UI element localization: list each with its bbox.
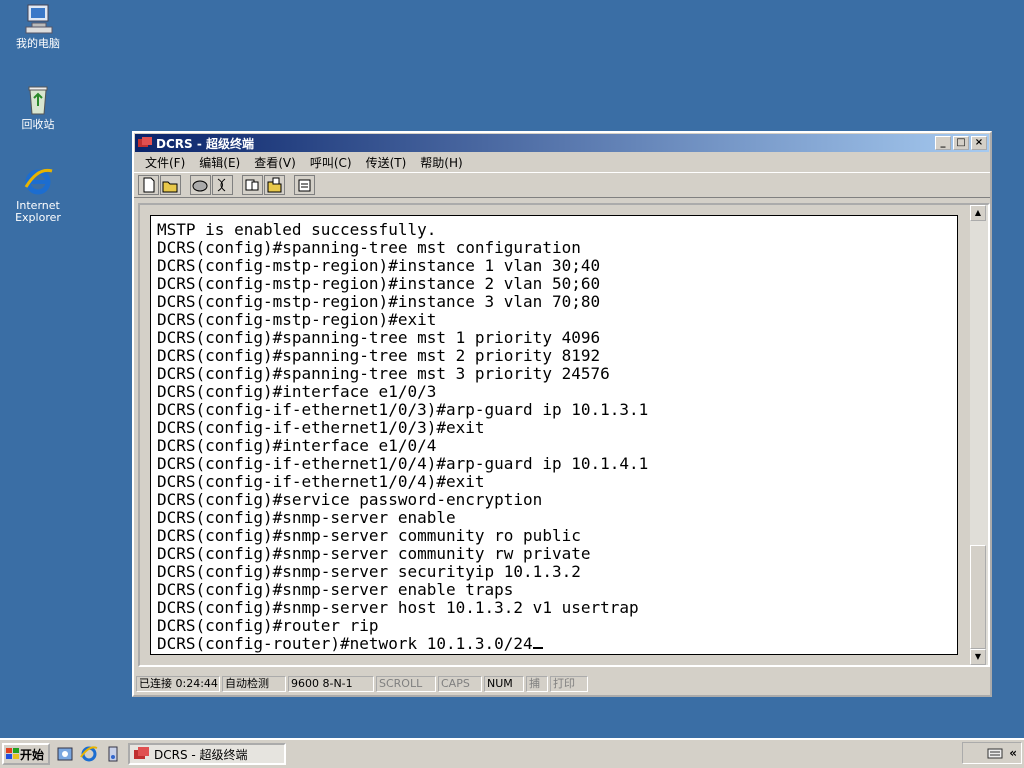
menu-transfer[interactable]: 传送(T) [359, 154, 414, 171]
terminal-line: DCRS(config)#snmp-server enable [157, 508, 456, 527]
status-bar: 已连接 0:24:44 自动检测 9600 8-N-1 SCROLL CAPS … [136, 675, 988, 693]
title-bar[interactable]: DCRS - 超级终端 _ □ × [135, 134, 989, 152]
terminal-line: DCRS(config)#spanning-tree mst 3 priorit… [157, 364, 610, 383]
status-port: 9600 8-N-1 [288, 676, 374, 692]
menu-file[interactable]: 文件(F) [138, 154, 192, 171]
status-detect: 自动检测 [222, 676, 286, 692]
menu-help[interactable]: 帮助(H) [413, 154, 469, 171]
status-print: 打印 [550, 676, 588, 692]
computer-icon [22, 3, 54, 35]
show-desktop-icon[interactable] [56, 745, 74, 763]
terminal-line: DCRS(config-mstp-region)#exit [157, 310, 437, 329]
terminal-line: DCRS(config)#interface e1/0/4 [157, 436, 437, 455]
terminal-line: DCRS(config)#snmp-server community rw pr… [157, 544, 591, 563]
recycle-bin-icon [22, 84, 54, 116]
menu-view[interactable]: 查看(V) [247, 154, 303, 171]
media-player-icon[interactable] [104, 745, 122, 763]
desktop-icon-internet-explorer[interactable]: Internet Explorer [0, 165, 76, 224]
terminal-line: DCRS(config)#spanning-tree mst 2 priorit… [157, 346, 601, 365]
window-title: DCRS - 超级终端 [156, 136, 254, 151]
terminal-line: DCRS(config)#snmp-server host 10.1.3.2 v… [157, 598, 639, 617]
scroll-down-button[interactable]: ▼ [970, 649, 986, 665]
terminal-line: DCRS(config-if-ethernet1/0/4)#arp-guard … [157, 454, 649, 473]
maximize-button[interactable]: □ [953, 136, 969, 150]
vertical-scrollbar[interactable]: ▲ ▼ [970, 205, 988, 665]
terminal-line: DCRS(config-if-ethernet1/0/3)#exit [157, 418, 485, 437]
terminal-output[interactable]: MSTP is enabled successfully. DCRS(confi… [150, 215, 958, 655]
terminal-line: DCRS(config)#spanning-tree mst configura… [157, 238, 581, 257]
terminal-line: DCRS(config)#service password-encryption [157, 490, 543, 509]
terminal-line: DCRS(config-if-ethernet1/0/4)#exit [157, 472, 485, 491]
scroll-up-button[interactable]: ▲ [970, 205, 986, 221]
receive-icon[interactable] [264, 175, 285, 195]
terminal-line: DCRS(config-mstp-region)#instance 3 vlan… [157, 292, 601, 311]
send-icon[interactable] [242, 175, 263, 195]
terminal-line: DCRS(config-mstp-region)#instance 1 vlan… [157, 256, 601, 275]
terminal-input-line[interactable]: DCRS(config-router)#network 10.1.3.0/24 [157, 635, 951, 653]
text-cursor [532, 635, 543, 649]
disconnect-icon[interactable] [212, 175, 233, 195]
terminal-frame: MSTP is enabled successfully. DCRS(confi… [138, 203, 990, 667]
scroll-thumb[interactable] [970, 545, 986, 649]
hyperterminal-task-icon [134, 747, 149, 759]
status-capture: 捕 [526, 676, 548, 692]
hyperterminal-window: DCRS - 超级终端 _ □ × 文件(F) 编辑(E) 查看(V) 呼叫(C… [132, 131, 992, 697]
terminal-input-text: DCRS(config-router)#network 10.1.3.0/24 [157, 634, 533, 653]
terminal-line: DCRS(config-if-ethernet1/0/3)#arp-guard … [157, 400, 649, 419]
close-button[interactable]: × [971, 136, 987, 150]
desktop-icon-label: Explorer [15, 211, 61, 224]
desktop-icon-label: 我的电脑 [16, 37, 60, 50]
terminal-line: DCRS(config-mstp-region)#instance 2 vlan… [157, 274, 601, 293]
taskbar-item-hyperterminal[interactable]: DCRS - 超级终端 [128, 743, 286, 765]
status-caps: CAPS [438, 676, 482, 692]
desktop-icon-my-computer[interactable]: 我的电脑 [0, 3, 76, 50]
menu-edit[interactable]: 编辑(E) [192, 154, 247, 171]
open-icon[interactable] [160, 175, 181, 195]
taskbar-item-label: DCRS - 超级终端 [154, 747, 248, 762]
desktop-icon-label: 回收站 [21, 118, 55, 131]
start-label: 开始 [20, 747, 45, 762]
status-connected: 已连接 0:24:44 [136, 676, 220, 692]
status-num: NUM [484, 676, 524, 692]
desktop-icon-recycle-bin[interactable]: 回收站 [0, 84, 76, 131]
status-scroll: SCROLL [376, 676, 436, 692]
taskbar: 开始 DCRS - 超级终端 « [0, 738, 1024, 768]
windows-logo-icon [6, 748, 19, 759]
terminal-line: DCRS(config)#snmp-server securityip 10.1… [157, 562, 581, 581]
system-tray: « [962, 742, 1022, 764]
call-icon[interactable] [190, 175, 211, 195]
terminal-line: DCRS(config)#interface e1/0/3 [157, 382, 437, 401]
terminal-line: DCRS(config)#router rip [157, 616, 379, 635]
terminal-line: DCRS(config)#spanning-tree mst 1 priorit… [157, 328, 601, 347]
internet-explorer-icon [22, 165, 54, 197]
terminal-line: MSTP is enabled successfully. [157, 220, 437, 239]
minimize-button[interactable]: _ [935, 136, 951, 150]
terminal-line: DCRS(config)#snmp-server enable traps [157, 580, 514, 599]
internet-explorer-quicklaunch-icon[interactable] [80, 745, 98, 763]
properties-icon[interactable] [294, 175, 315, 195]
tray-expand-icon[interactable]: « [1009, 746, 1017, 760]
keyboard-icon[interactable] [987, 746, 1003, 760]
menu-call[interactable]: 呼叫(C) [303, 154, 359, 171]
toolbar [134, 172, 990, 198]
new-icon[interactable] [138, 175, 159, 195]
terminal-line: DCRS(config)#snmp-server community ro pu… [157, 526, 581, 545]
menu-bar: 文件(F) 编辑(E) 查看(V) 呼叫(C) 传送(T) 帮助(H) [134, 153, 990, 172]
start-button[interactable]: 开始 [2, 743, 50, 765]
hyperterminal-app-icon [138, 137, 152, 147]
